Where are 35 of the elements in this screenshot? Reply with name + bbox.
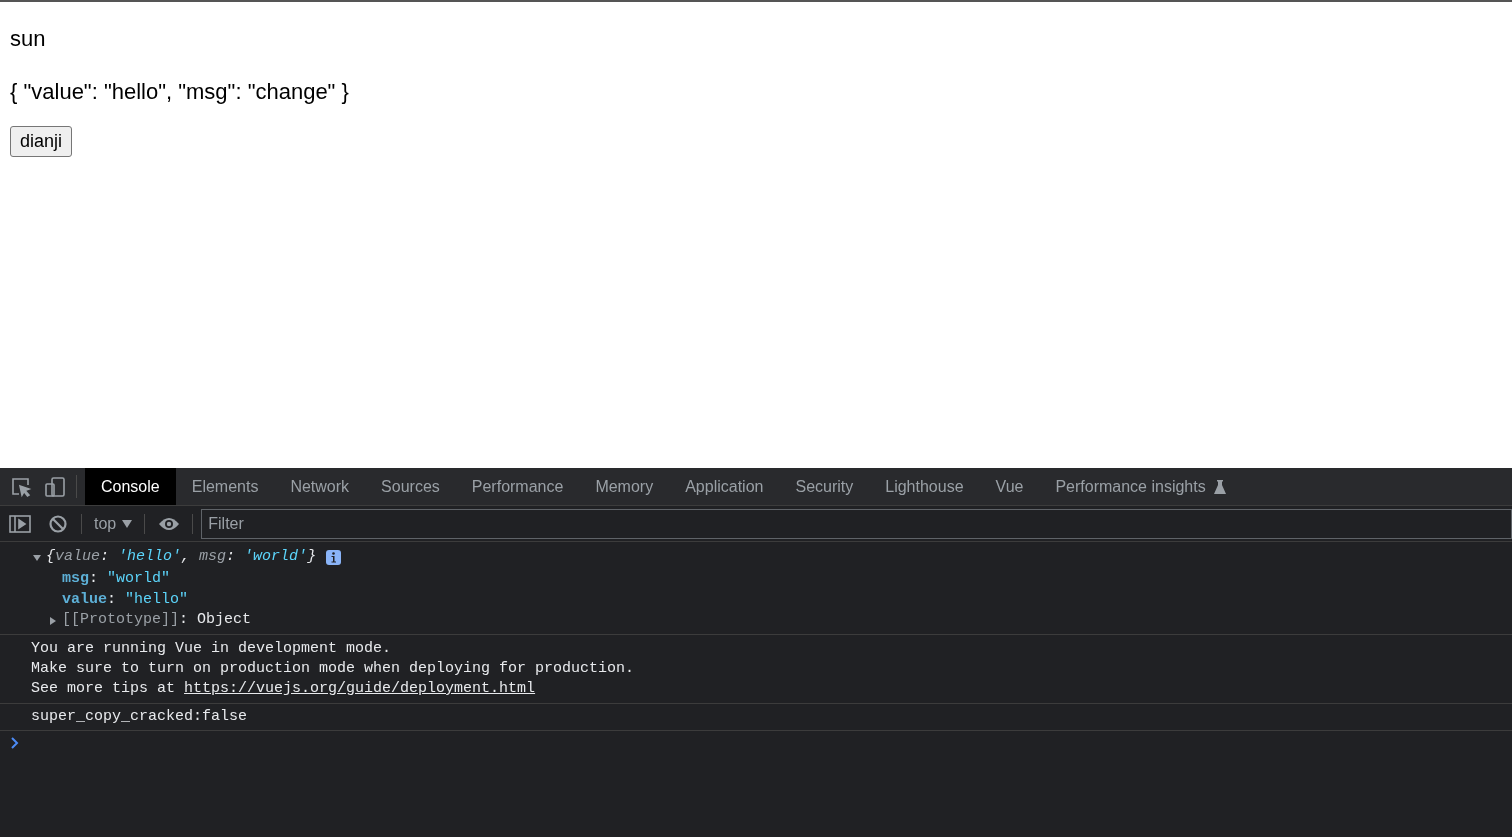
prompt-chevron-icon[interactable] <box>10 737 19 749</box>
caret-icon <box>122 519 133 528</box>
console-message: See more tips at <box>31 679 177 699</box>
sidebar-toggle-icon[interactable] <box>9 514 31 533</box>
devtools-tab[interactable]: Sources <box>365 468 456 505</box>
console-message: You are running Vue in development mode. <box>31 639 392 659</box>
devtools-tab[interactable]: Vue <box>979 468 1040 505</box>
eye-icon[interactable] <box>158 516 181 531</box>
context-selector[interactable]: top <box>94 511 133 536</box>
expand-triangle-icon[interactable] <box>32 552 42 563</box>
deployment-link[interactable]: https://vuejs.org/guide/deployment.html <box>184 679 536 699</box>
object-property: msg: "world" <box>62 569 171 589</box>
clear-console-icon[interactable] <box>49 514 67 533</box>
dianji-button[interactable]: dianji <box>10 126 73 157</box>
devtools-tab[interactable]: Memory <box>579 468 670 505</box>
info-icon <box>326 550 342 565</box>
object-property: value: "hello" <box>62 590 189 610</box>
json-text: { "value": "hello", "msg": "change" } <box>10 78 349 106</box>
devtools-tab[interactable]: Security <box>779 468 870 505</box>
devtools-tab[interactable]: Console <box>85 468 176 505</box>
device-toolbar-icon[interactable] <box>44 475 66 498</box>
object-summary[interactable]: {value: 'hello', msg: 'world'} <box>46 546 317 569</box>
devtools-tab[interactable]: Lighthouse <box>869 468 980 505</box>
console-message: super_copy_cracked:false <box>31 708 248 725</box>
devtools-tab[interactable]: Performance insights <box>1039 468 1242 505</box>
inspect-icon[interactable] <box>10 475 32 498</box>
devtools-tab[interactable]: Elements <box>175 468 275 505</box>
devtools-tab[interactable]: Network <box>274 468 366 505</box>
devtools-tab[interactable]: Performance <box>455 468 580 505</box>
console-message: Make sure to turn on production mode when deploying for production. <box>31 659 635 679</box>
page-heading: sun <box>10 25 46 53</box>
expand-triangle-icon[interactable] <box>48 615 58 626</box>
devtools-tab[interactable]: Application <box>669 468 780 505</box>
filter-field[interactable]: Filter <box>201 508 1512 539</box>
prototype-entry[interactable]: [[Prototype]]: Object <box>62 609 252 632</box>
